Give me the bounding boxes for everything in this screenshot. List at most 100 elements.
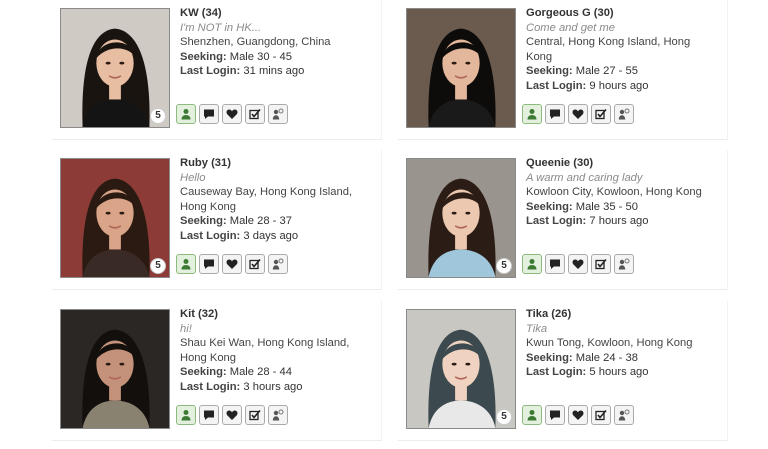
checkbox-button[interactable] xyxy=(245,405,265,425)
profile-info: Kit (32) hi! Shau Kei Wan, Hong Kong Islan… xyxy=(180,307,370,394)
profile-icon xyxy=(180,409,192,421)
wink-icon xyxy=(618,108,630,120)
profile-location: Causeway Bay, Hong Kong Island, Hong Kon… xyxy=(180,186,353,213)
checkbox-button[interactable] xyxy=(591,104,611,124)
last-login-row: Last Login: 7 hours ago xyxy=(526,214,716,229)
heart-button[interactable] xyxy=(568,405,588,425)
last-login-label: Last Login: xyxy=(526,79,587,92)
heart-button[interactable] xyxy=(222,405,242,425)
wink-button[interactable] xyxy=(268,104,288,124)
last-login-row: Last Login: 3 days ago xyxy=(180,229,370,244)
wink-button[interactable] xyxy=(268,405,288,425)
wink-button[interactable] xyxy=(614,254,634,274)
checkbox-button[interactable] xyxy=(591,254,611,274)
profile-photo[interactable]: 5 xyxy=(406,309,516,429)
action-buttons xyxy=(522,254,634,274)
profile-name[interactable]: Ruby xyxy=(180,157,208,169)
message-icon xyxy=(203,409,215,421)
profile-button[interactable] xyxy=(176,405,196,425)
heart-button[interactable] xyxy=(568,104,588,124)
profile-location: Kwun Tong, Kowloon, Hong Kong xyxy=(526,337,693,349)
wink-icon xyxy=(272,108,284,120)
profile-icon xyxy=(526,108,538,120)
profile-card: 5 Ruby (31) Hello Causeway Bay, Hong Kong I… xyxy=(52,150,382,290)
message-button[interactable] xyxy=(199,104,219,124)
action-buttons xyxy=(176,254,288,274)
wink-button[interactable] xyxy=(268,254,288,274)
seeking-label: Seeking: xyxy=(180,215,227,227)
last-login-row: Last Login: 3 hours ago xyxy=(180,380,370,395)
profile-name[interactable]: Gorgeous G xyxy=(526,7,591,19)
wink-button[interactable] xyxy=(614,405,634,425)
profile-photo[interactable]: 5 xyxy=(60,158,170,278)
profile-photo[interactable] xyxy=(60,309,170,429)
profile-name[interactable]: Queenie xyxy=(526,157,570,169)
profile-name[interactable]: Kit xyxy=(180,308,195,320)
last-login-value: 3 hours ago xyxy=(243,380,303,393)
profile-button[interactable] xyxy=(522,104,542,124)
last-login-label: Last Login: xyxy=(180,65,241,77)
profile-tagline: Tika xyxy=(526,322,548,335)
profile-info: Ruby (31) Hello Causeway Bay, Hong Kong Is… xyxy=(180,156,370,243)
profile-button[interactable] xyxy=(176,104,196,124)
seeking-row: Seeking: Male 35 - 50 xyxy=(526,200,716,215)
profile-location: Kowloon City, Kowloon, Hong Kong xyxy=(526,186,702,198)
profile-info: KW (34) I'm NOT in HK... Shenzhen, Guangdo… xyxy=(180,6,370,79)
action-buttons xyxy=(176,104,288,124)
profile-icon xyxy=(180,258,192,270)
profile-name-line: Tika (26) xyxy=(526,307,716,322)
wink-button[interactable] xyxy=(614,104,634,124)
action-buttons xyxy=(522,104,634,124)
profile-icon xyxy=(526,258,538,270)
profile-icon xyxy=(180,108,192,120)
seeking-label: Seeking: xyxy=(526,351,573,364)
profile-name[interactable]: KW xyxy=(180,7,199,19)
last-login-label: Last Login: xyxy=(526,366,587,378)
profile-card: 5 KW (34) I'm NOT in HK... Shenzhen, Guangd… xyxy=(52,0,382,140)
profile-name-line: Kit (32) xyxy=(180,307,370,322)
seeking-row: Seeking: Male 24 - 38 xyxy=(526,351,716,366)
message-icon xyxy=(549,258,561,270)
seeking-value: Male 28 - 44 xyxy=(229,366,292,378)
profile-button[interactable] xyxy=(522,405,542,425)
profile-card: Kit (32) hi! Shau Kei Wan, Hong Kong Islan… xyxy=(52,301,382,441)
profile-info: Tika (26) Tika Kwun Tong, Kowloon, Hong Ko… xyxy=(526,307,716,380)
profile-photo[interactable]: 5 xyxy=(406,158,516,278)
seeking-label: Seeking: xyxy=(526,200,573,213)
message-button[interactable] xyxy=(199,405,219,425)
profile-photo[interactable]: 5 xyxy=(60,8,170,128)
message-button[interactable] xyxy=(545,405,565,425)
checkbox-button[interactable] xyxy=(245,104,265,124)
message-button[interactable] xyxy=(545,254,565,274)
photo-count-badge: 5 xyxy=(150,258,166,274)
heart-icon xyxy=(226,409,238,421)
heart-button[interactable] xyxy=(568,254,588,274)
profile-button[interactable] xyxy=(176,254,196,274)
profile-card: 5 Tika (26) Tika Kwun Tong, Kowloon, Hong K… xyxy=(398,301,728,441)
seeking-row: Seeking: Male 27 - 55 xyxy=(526,64,716,79)
profile-icon xyxy=(526,409,538,421)
heart-button[interactable] xyxy=(222,254,242,274)
checkbox-icon xyxy=(595,108,607,120)
heart-button[interactable] xyxy=(222,104,242,124)
last-login-row: Last Login: 31 mins ago xyxy=(180,64,370,79)
photo-count-badge: 5 xyxy=(496,409,512,425)
wink-icon xyxy=(618,258,630,270)
profile-tagline: hi! xyxy=(180,322,192,335)
seeking-row: Seeking: Male 28 - 44 xyxy=(180,365,370,380)
checkbox-icon xyxy=(249,409,261,421)
heart-icon xyxy=(572,108,584,120)
seeking-value: Male 28 - 37 xyxy=(229,215,292,227)
profile-photo[interactable] xyxy=(406,8,516,128)
profile-tagline: A warm and caring lady xyxy=(526,171,643,184)
message-button[interactable] xyxy=(545,104,565,124)
action-buttons xyxy=(522,405,634,425)
checkbox-button[interactable] xyxy=(245,254,265,274)
profile-name[interactable]: Tika xyxy=(526,308,548,320)
last-login-row: Last Login: 9 hours ago xyxy=(526,79,716,94)
profile-info: Gorgeous G (30) Come and get me Central, H… xyxy=(526,6,716,93)
checkbox-button[interactable] xyxy=(591,405,611,425)
message-button[interactable] xyxy=(199,254,219,274)
profile-age: (26) xyxy=(551,308,572,320)
profile-button[interactable] xyxy=(522,254,542,274)
